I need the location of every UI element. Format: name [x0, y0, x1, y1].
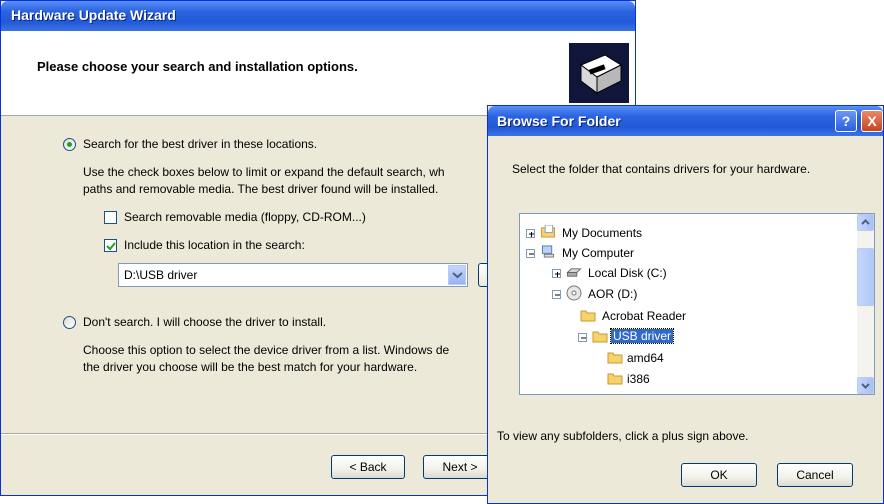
- chevron-down-icon: [861, 383, 870, 389]
- location-value: D:\USB driver: [124, 268, 198, 282]
- location-combobox[interactable]: D:\USB driver: [118, 263, 468, 287]
- next-button[interactable]: Next >: [423, 455, 497, 479]
- browse-instruction: Select the folder that contains drivers …: [512, 162, 811, 176]
- tree-label: i386: [627, 372, 650, 386]
- folder-icon: [580, 310, 596, 322]
- close-button[interactable]: X: [861, 110, 883, 132]
- computer-icon: [541, 245, 555, 258]
- include-location-checkbox[interactable]: [104, 239, 117, 252]
- wizard-title-bar[interactable]: Hardware Update Wizard: [1, 1, 635, 31]
- dont-desc-line2: the driver you choose will be the best m…: [83, 360, 418, 374]
- removable-media-checkbox[interactable]: [104, 211, 117, 224]
- scroll-down-button[interactable]: [857, 377, 874, 394]
- tree-label: Acrobat Reader: [602, 309, 687, 323]
- tree-label: amd64: [627, 351, 664, 365]
- tree-label: AOR (D:): [588, 287, 638, 301]
- wizard-title: Hardware Update Wizard: [11, 7, 176, 23]
- removable-media-label: Search removable media (floppy, CD-ROM..…: [124, 210, 366, 224]
- tree-vertical-scrollbar[interactable]: [857, 214, 874, 394]
- my-documents-icon: [541, 225, 555, 238]
- dont-search-radio[interactable]: [63, 316, 76, 329]
- chevron-up-icon: [861, 219, 870, 225]
- wizard-heading: Please choose your search and installati…: [37, 59, 358, 74]
- scroll-up-button[interactable]: [857, 214, 874, 231]
- folder-open-icon: [592, 331, 608, 343]
- scroll-thumb[interactable]: [857, 248, 874, 306]
- browse-title-bar[interactable]: Browse For Folder ? X: [488, 106, 883, 136]
- folder-icon: [607, 352, 623, 364]
- cancel-button[interactable]: Cancel: [777, 463, 853, 487]
- browse-title: Browse For Folder: [497, 113, 621, 129]
- tree-label: My Documents: [562, 226, 643, 240]
- include-location-label: Include this location in the search:: [124, 238, 305, 252]
- combo-dropdown-button[interactable]: [448, 265, 466, 285]
- help-button[interactable]: ?: [835, 110, 857, 132]
- expand-plus-icon[interactable]: [552, 269, 561, 278]
- wizard-header: Please choose your search and installati…: [1, 31, 635, 116]
- hard-disk-icon: [566, 268, 582, 277]
- tree-label: My Computer: [562, 246, 635, 260]
- browse-hint: To view any subfolders, click a plus sig…: [497, 429, 749, 443]
- collapse-minus-icon[interactable]: [578, 333, 587, 342]
- collapse-minus-icon[interactable]: [552, 290, 561, 299]
- folder-icon: [607, 373, 623, 385]
- ok-button[interactable]: OK: [681, 463, 757, 487]
- expand-plus-icon[interactable]: [526, 229, 535, 238]
- chevron-down-icon: [452, 272, 463, 279]
- back-button[interactable]: < Back: [331, 455, 405, 479]
- search-desc-line2: paths and removable media. The best driv…: [83, 182, 439, 196]
- folder-tree[interactable]: My Documents My Computer Local Disk (C:): [519, 213, 875, 395]
- search-best-radio[interactable]: [63, 138, 76, 151]
- dont-desc-line1: Choose this option to select the device …: [83, 343, 450, 357]
- collapse-minus-icon[interactable]: [526, 249, 535, 258]
- cd-drive-icon: [566, 285, 582, 301]
- browse-for-folder-dialog: Browse For Folder ? X Select the folder …: [487, 105, 884, 504]
- hardware-icon: [569, 43, 629, 103]
- tree-label-selected: USB driver: [609, 328, 675, 344]
- tree-label: Local Disk (C:): [588, 266, 667, 280]
- search-desc-line1: Use the check boxes below to limit or ex…: [83, 165, 445, 179]
- checkmark-icon: [106, 242, 116, 251]
- dont-search-label: Don't search. I will choose the driver t…: [83, 315, 327, 329]
- search-best-label: Search for the best driver in these loca…: [83, 137, 318, 151]
